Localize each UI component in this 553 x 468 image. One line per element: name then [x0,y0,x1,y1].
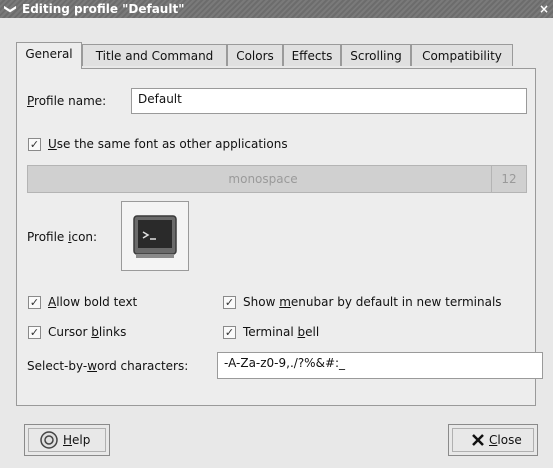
word-chars-field[interactable]: -A-Za-z0-9,./?%&#:_ [217,352,543,379]
tab-scrolling[interactable]: Scrolling [341,44,411,66]
allow-bold-checkbox[interactable]: ✓ [28,296,41,309]
close-button[interactable]: Close [448,424,538,456]
terminal-icon [133,215,177,258]
show-menubar-checkbox[interactable]: ✓ [223,296,236,309]
title-bar[interactable]: ❯ Editing profile "Default" × [0,0,553,18]
tab-effects[interactable]: Effects [283,44,341,66]
profile-editor-window: ❯ Editing profile "Default" × General Ti… [0,0,553,468]
help-button[interactable]: Help [24,424,110,456]
allow-bold-label[interactable]: Allow bold text [48,295,137,309]
close-button-label: Close [489,433,522,447]
show-menubar-label[interactable]: Show menubar by default in new terminals [243,295,502,309]
tab-general[interactable]: General [16,42,82,69]
font-name: monospace [228,172,298,186]
window-close-icon[interactable]: × [537,0,551,18]
window-menu-icon[interactable]: ❯ [2,0,20,18]
profile-icon-button[interactable] [121,201,189,271]
terminal-bell-label[interactable]: Terminal bell [243,325,319,339]
cursor-blinks-checkbox[interactable]: ✓ [28,326,41,339]
profile-name-label: Profile name: [27,94,107,108]
font-size: 12 [491,166,526,192]
word-chars-label: Select-by-word characters: [27,359,189,373]
tab-title-and-command[interactable]: Title and Command [82,44,227,66]
close-icon [472,434,484,446]
use-system-font-checkbox[interactable]: ✓ [28,138,41,151]
window-title: Editing profile "Default" [22,2,185,16]
tab-compatibility[interactable]: Compatibility [411,44,513,66]
profile-icon-label: Profile icon: [27,230,98,244]
help-button-label: Help [63,433,91,447]
tab-colors[interactable]: Colors [227,44,283,66]
font-picker-button[interactable]: monospace 12 [27,165,527,193]
use-system-font-label[interactable]: Use the same font as other applications [48,137,288,151]
profile-name-field[interactable]: Default [131,88,527,114]
cursor-blinks-label[interactable]: Cursor blinks [48,325,126,339]
terminal-bell-checkbox[interactable]: ✓ [223,326,236,339]
general-tab-panel: Profile name: Default ✓ Use the same fon… [16,68,543,406]
help-icon [40,431,58,449]
